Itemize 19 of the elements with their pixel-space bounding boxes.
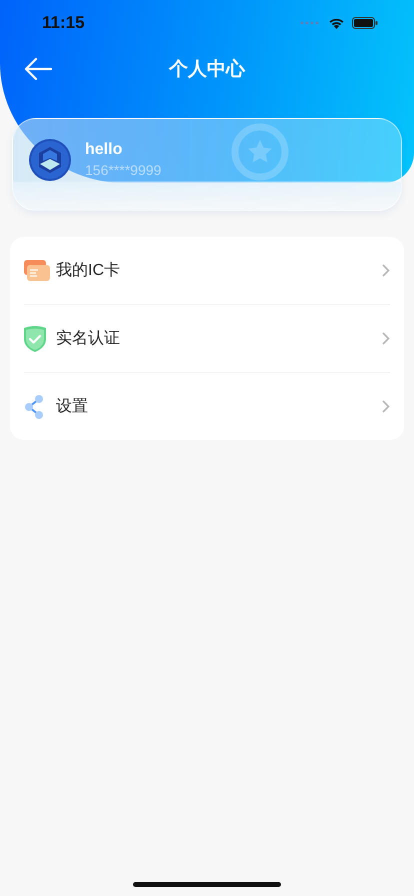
menu-item[interactable]: 设置 (24, 373, 390, 440)
signal-icon (300, 21, 320, 25)
chevron-right-icon (382, 332, 390, 345)
battery-icon (352, 17, 378, 29)
menu-item[interactable]: 实名认证 (24, 305, 390, 373)
chevron-right-icon (382, 264, 390, 277)
card-icon (24, 260, 50, 282)
star-badge-icon (230, 122, 290, 182)
back-arrow-icon[interactable] (24, 57, 52, 81)
phone-number: 156****9999 (85, 162, 162, 178)
share-icon (24, 394, 44, 418)
menu-item[interactable]: 我的IC卡 (24, 237, 390, 305)
status-time: 11:15 (42, 13, 86, 33)
user-name: hello (85, 141, 124, 159)
page-title: 个人中心 (168, 58, 246, 82)
chevron-right-icon (382, 400, 390, 413)
shield-check-icon (24, 326, 46, 352)
avatar-icon (29, 139, 71, 181)
wifi-icon (328, 17, 345, 29)
